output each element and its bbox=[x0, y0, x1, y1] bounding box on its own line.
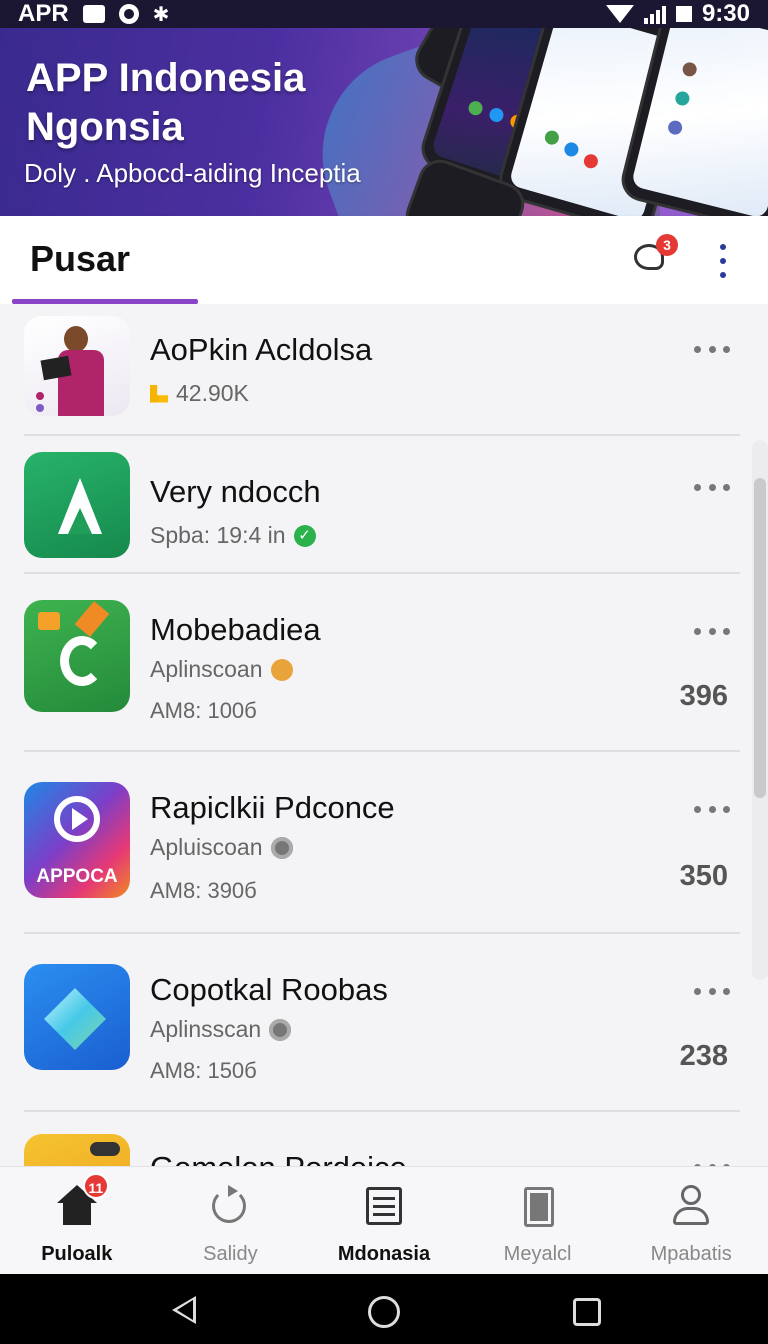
item-more-button[interactable] bbox=[694, 986, 730, 996]
overflow-menu-button[interactable] bbox=[716, 244, 730, 278]
nav-home[interactable]: 11 Puloalk bbox=[0, 1167, 154, 1274]
nav-badge: 11 bbox=[82, 1173, 109, 1199]
item-more-button[interactable] bbox=[694, 626, 730, 636]
notification-badge: 3 bbox=[656, 234, 678, 256]
app-icon bbox=[24, 600, 130, 712]
app-list[interactable]: AoPkin Acldolsa 42.90K Very ndocch Spba:… bbox=[0, 304, 768, 1166]
list-item[interactable]: APPOCA Rapiclkii Pdconce Apluiscoan AM8:… bbox=[0, 754, 768, 932]
divider bbox=[24, 572, 740, 574]
list-item[interactable]: Mobebadiea Aplinscoan AM8: 100б 396 bbox=[0, 576, 768, 750]
app-name: Mobebadiea bbox=[150, 612, 321, 647]
app-meta: AM8: 150б bbox=[150, 1058, 257, 1083]
divider bbox=[24, 1110, 740, 1112]
list-item[interactable]: Very ndocch Spba: 19:4 in ✓ bbox=[0, 438, 768, 572]
app-icon-label: APPOCA bbox=[36, 866, 118, 887]
signal-icon bbox=[643, 4, 666, 24]
home-circle-icon[interactable] bbox=[368, 1296, 400, 1328]
battery-icon bbox=[675, 6, 692, 22]
app-count: 396 bbox=[679, 680, 728, 712]
status-bar: APR ✱ 9:30 bbox=[0, 0, 768, 28]
hero-banner[interactable]: APP Indonesia Ngonsia Doly . Apbocd-aidi… bbox=[0, 0, 768, 216]
globe-icon bbox=[269, 1018, 292, 1041]
notifications-button[interactable]: 3 bbox=[632, 234, 678, 276]
clipboard-icon bbox=[516, 1185, 560, 1229]
divider bbox=[24, 750, 740, 752]
app-count: 350 bbox=[679, 860, 728, 892]
downloads-icon bbox=[150, 384, 168, 403]
divider bbox=[24, 434, 740, 436]
system-navigation-bar bbox=[0, 1274, 768, 1344]
recents-icon[interactable] bbox=[573, 1298, 601, 1326]
list-item[interactable]: Gemelen Perdeice bbox=[0, 1114, 768, 1166]
bottom-navigation: 11 Puloalk Salidy Mdonasia Meyalcl Mpaba… bbox=[0, 1166, 768, 1274]
nav-label: Mdonasia bbox=[337, 1243, 431, 1265]
nav-salidy[interactable]: Salidy bbox=[154, 1167, 308, 1274]
wifi-icon bbox=[605, 5, 634, 23]
item-more-button[interactable] bbox=[694, 482, 730, 492]
globe-icon bbox=[270, 836, 293, 859]
nav-label: Salidy bbox=[203, 1243, 258, 1265]
status-carrier: APR bbox=[18, 0, 69, 27]
nav-label: Mpabatis bbox=[650, 1243, 732, 1265]
app-count: 238 bbox=[679, 1040, 728, 1072]
list-item[interactable]: AoPkin Acldolsa 42.90K bbox=[0, 304, 768, 434]
app-name: Very ndocch bbox=[150, 474, 321, 509]
app-category: Aplinscoan bbox=[150, 656, 293, 683]
app-meta: AM8: 390б bbox=[150, 878, 257, 903]
message-icon bbox=[82, 5, 105, 23]
app-name: Copotkal Roobas bbox=[150, 972, 388, 1007]
section-header: Pusar 3 bbox=[0, 216, 768, 304]
verified-check-icon: ✓ bbox=[293, 524, 316, 547]
app-category: Apluiscoan bbox=[150, 834, 293, 861]
nav-meyalcl[interactable]: Meyalcl bbox=[461, 1167, 615, 1274]
nav-label: Meyalcl bbox=[503, 1243, 572, 1265]
item-more-button[interactable] bbox=[694, 344, 730, 354]
bluetooth-icon: ✱ bbox=[152, 3, 170, 26]
divider bbox=[24, 932, 740, 934]
list-item[interactable]: Copotkal Roobas Aplinsscan AM8: 150б 238 bbox=[0, 936, 768, 1110]
app-thumbnail bbox=[24, 316, 130, 416]
nav-mpabatis[interactable]: Mpabatis bbox=[614, 1167, 768, 1274]
back-icon[interactable] bbox=[172, 1296, 196, 1324]
item-more-button[interactable] bbox=[694, 804, 730, 814]
app-name: Rapiclkii Pdconce bbox=[150, 790, 395, 825]
app-downloads: 42.90K bbox=[150, 380, 249, 407]
page-title[interactable]: Pusar bbox=[30, 238, 130, 280]
app-name: Gemelen Perdeice bbox=[150, 1150, 407, 1166]
banner-subtitle: Doly . Apbocd-aiding Inceptia bbox=[24, 158, 361, 188]
app-icon bbox=[24, 964, 130, 1070]
coin-icon bbox=[270, 658, 293, 681]
app-icon bbox=[24, 452, 130, 558]
document-icon bbox=[362, 1185, 406, 1229]
banner-title: APP Indonesia Ngonsia bbox=[26, 56, 306, 149]
app-icon: APPOCA bbox=[24, 782, 130, 898]
status-time: 9:30 bbox=[701, 0, 750, 27]
app-screen: APP Indonesia Ngonsia Doly . Apbocd-aidi… bbox=[0, 0, 768, 1344]
home-icon: 11 bbox=[55, 1173, 109, 1229]
refresh-icon bbox=[208, 1185, 252, 1229]
nav-label: Puloalk bbox=[41, 1243, 113, 1265]
app-status: Spba: 19:4 in ✓ bbox=[150, 522, 316, 549]
app-icon bbox=[24, 1134, 130, 1166]
sync-icon bbox=[118, 4, 139, 24]
profile-icon bbox=[669, 1185, 713, 1229]
app-name: AoPkin Acldolsa bbox=[150, 332, 373, 367]
app-category: Aplinsscan bbox=[150, 1016, 292, 1043]
nav-mdonasia[interactable]: Mdonasia bbox=[307, 1167, 461, 1274]
app-meta: AM8: 100б bbox=[150, 698, 257, 723]
